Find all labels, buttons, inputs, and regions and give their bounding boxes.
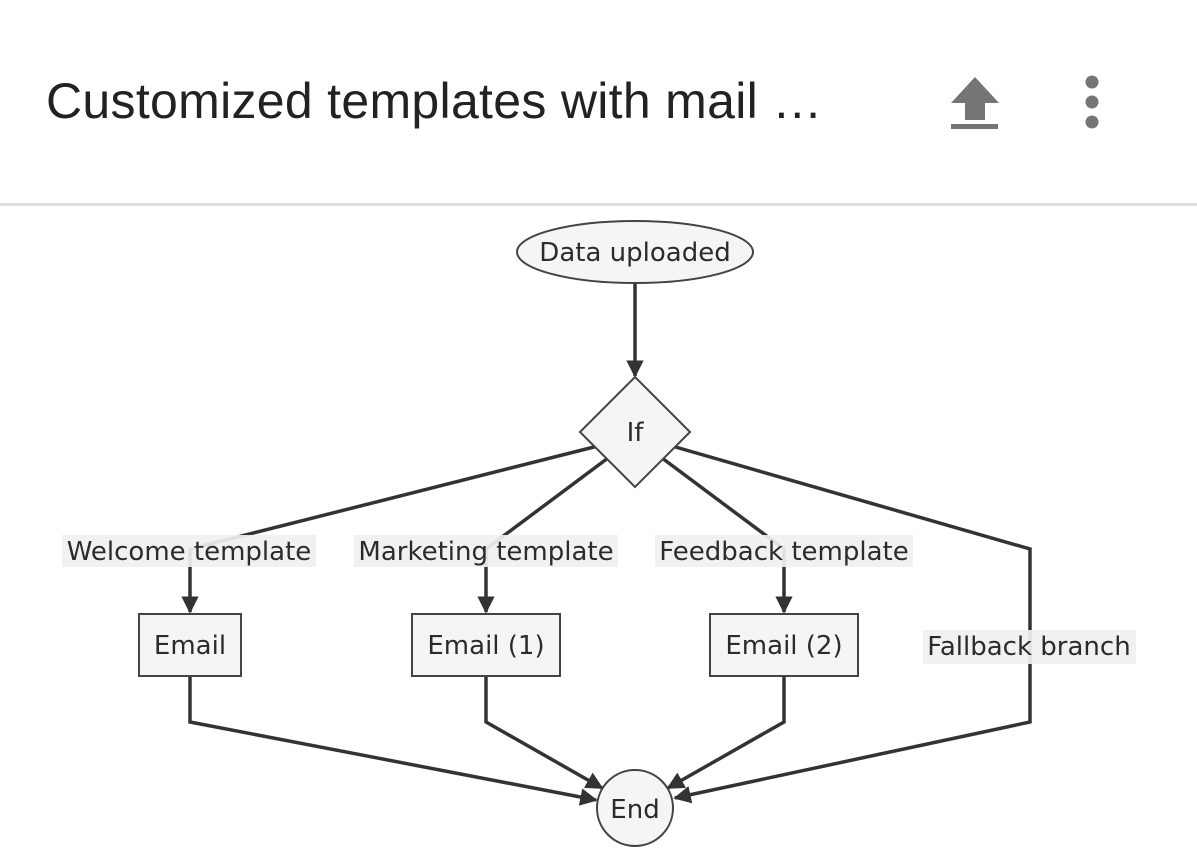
app-header: Customized templates with mail … — [0, 0, 1197, 206]
edge-label-welcome: Welcome template — [62, 535, 316, 567]
upload-button[interactable] — [946, 72, 1004, 134]
more-vert-icon — [1085, 75, 1099, 129]
page-title: Customized templates with mail … — [46, 73, 823, 129]
node-data-uploaded-label: Data uploaded — [539, 238, 730, 268]
node-email-2-label: Email (2) — [725, 631, 842, 661]
node-data-uploaded[interactable]: Data uploaded — [516, 220, 754, 284]
node-email-2[interactable]: Email (2) — [709, 613, 859, 677]
node-email-1-label: Email (1) — [427, 631, 544, 661]
more-options-button[interactable] — [1070, 70, 1114, 136]
edge-label-marketing-text: Marketing template — [358, 537, 613, 567]
node-email-label: Email — [154, 631, 226, 661]
edge-label-feedback: Feedback template — [655, 535, 913, 567]
upload-icon — [951, 77, 999, 129]
node-if-decision[interactable]: If — [578, 375, 692, 489]
node-email[interactable]: Email — [138, 613, 242, 677]
edge-label-marketing: Marketing template — [354, 535, 618, 567]
edge-if-to-email — [181, 444, 599, 614]
node-end[interactable]: End — [596, 769, 674, 847]
edge-email-to-end — [188, 677, 598, 806]
node-email-1[interactable]: Email (1) — [411, 613, 561, 677]
node-if-label: If — [627, 418, 645, 448]
edge-label-fallback: Fallback branch — [923, 630, 1136, 664]
edge-label-feedback-text: Feedback template — [659, 537, 908, 567]
flowchart: Welcome template Marketing template Feed… — [62, 220, 1136, 847]
node-end-label: End — [610, 795, 659, 825]
edge-email1-to-end — [484, 677, 604, 790]
edge-label-welcome-text: Welcome template — [67, 537, 312, 567]
edge-email2-to-end — [666, 677, 786, 790]
edge-label-fallback-text: Fallback branch — [927, 632, 1130, 662]
